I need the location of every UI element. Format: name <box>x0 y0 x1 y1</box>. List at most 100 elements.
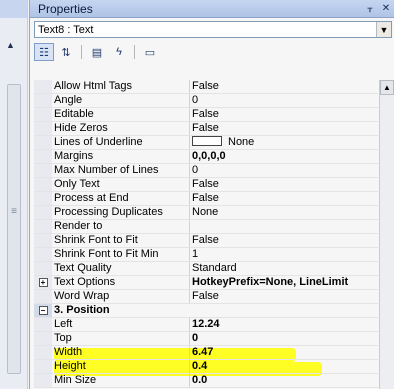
property-row-lines-of-underline[interactable]: Lines of Underline None <box>34 136 378 150</box>
property-value[interactable]: None <box>190 136 378 149</box>
row-gutter <box>34 80 52 93</box>
property-row-width[interactable]: Width 6.47 <box>34 346 378 360</box>
background-titlebar <box>0 0 27 18</box>
row-gutter: − <box>34 304 52 317</box>
splitter-grip-icon[interactable]: ≡ <box>9 207 19 217</box>
property-value[interactable]: False <box>190 178 378 191</box>
property-value[interactable]: 12.24 <box>190 318 378 331</box>
property-name: Text Options <box>52 276 190 289</box>
collapse-minus-icon[interactable]: − <box>38 306 48 315</box>
scroll-up-icon[interactable]: ▲ <box>380 80 394 95</box>
property-pages-icon[interactable]: ▭ <box>140 43 160 61</box>
property-row-word-wrap[interactable]: Word Wrap False <box>34 290 378 304</box>
property-name: Process at End <box>52 192 190 205</box>
category-label: 3. Position <box>54 304 110 316</box>
property-row-render-to[interactable]: Render to <box>34 220 378 234</box>
property-value[interactable]: False <box>190 192 378 205</box>
expand-plus-icon[interactable]: + <box>38 278 48 287</box>
alphabetical-icon[interactable]: ⇅ <box>56 43 76 61</box>
toolbar-separator <box>81 45 82 59</box>
property-value-text: None <box>228 136 255 148</box>
categorized-icon[interactable]: ☷ <box>34 43 54 61</box>
property-name: Shrink Font to Fit Min <box>52 248 190 261</box>
property-value[interactable]: False <box>190 108 378 121</box>
property-value[interactable]: None <box>190 206 378 219</box>
property-name: Top <box>52 332 190 345</box>
row-gutter <box>34 164 52 177</box>
pin-icon[interactable]: ᚁ <box>362 3 378 14</box>
property-row-hide-zeros[interactable]: Hide Zeros False <box>34 122 378 136</box>
property-value[interactable]: 0 <box>190 332 378 345</box>
property-row-min-size[interactable]: Min Size 0.0 <box>34 374 378 388</box>
property-value[interactable]: 0.4 <box>190 360 378 373</box>
background-scrollbar[interactable] <box>7 84 21 374</box>
property-row-editable[interactable]: Editable False <box>34 108 378 122</box>
property-row-text-quality[interactable]: Text Quality Standard <box>34 262 378 276</box>
property-row-angle[interactable]: Angle 0 <box>34 94 378 108</box>
property-row-allow-html-tags[interactable]: Allow Html Tags False <box>34 80 378 94</box>
chevron-down-icon[interactable]: ▼ <box>376 22 391 37</box>
property-value[interactable]: 0 <box>190 94 378 107</box>
property-value[interactable]: 1 <box>190 248 378 261</box>
property-name: Text Quality <box>52 262 190 275</box>
property-row-only-text[interactable]: Only Text False <box>34 178 378 192</box>
property-value[interactable]: False <box>190 80 378 93</box>
property-value[interactable]: 0.0 <box>190 374 378 387</box>
property-name: Hide Zeros <box>52 122 190 135</box>
toolbar-separator <box>134 45 135 59</box>
properties-icon[interactable]: ▤ <box>87 43 107 61</box>
property-value[interactable]: 0 <box>190 164 378 177</box>
property-value[interactable]: False <box>190 122 378 135</box>
row-gutter <box>34 234 52 247</box>
property-name: Processing Duplicates <box>52 206 190 219</box>
row-gutter <box>34 374 52 387</box>
row-gutter <box>34 192 52 205</box>
events-icon[interactable]: ϟ <box>109 43 129 61</box>
object-selector[interactable]: Text8 : Text ▼ <box>34 21 392 38</box>
row-gutter <box>34 248 52 261</box>
property-value[interactable]: 6.47 <box>190 346 378 359</box>
property-value[interactable]: HotkeyPrefix=None, LineLimit <box>190 276 378 289</box>
property-value[interactable]: False <box>190 234 378 247</box>
row-gutter <box>34 346 52 359</box>
property-row-text-options[interactable]: + Text Options HotkeyPrefix=None, LineLi… <box>34 276 378 290</box>
property-row-shrink-font-to-fit[interactable]: Shrink Font to Fit False <box>34 234 378 248</box>
property-row-shrink-font-to-fit-min[interactable]: Shrink Font to Fit Min 1 <box>34 248 378 262</box>
property-name: Min Size <box>52 374 190 387</box>
property-value[interactable]: Standard <box>190 262 378 275</box>
row-gutter <box>34 108 52 121</box>
row-gutter <box>34 136 52 149</box>
property-grid-scrollbar[interactable]: ▲ <box>379 80 394 389</box>
property-value[interactable] <box>190 220 378 233</box>
property-row-left[interactable]: Left 12.24 <box>34 318 378 332</box>
property-row-margins[interactable]: Margins 0,0,0,0 <box>34 150 378 164</box>
row-gutter <box>34 290 52 303</box>
row-gutter <box>34 360 52 373</box>
category-row-position[interactable]: − 3. Position <box>34 304 378 318</box>
row-gutter <box>34 220 52 233</box>
property-name: Max Number of Lines <box>52 164 190 177</box>
property-row-process-at-end[interactable]: Process at End False <box>34 192 378 206</box>
row-gutter <box>34 318 52 331</box>
property-name: Word Wrap <box>52 290 190 303</box>
properties-toolbar: ☷ ⇅ ▤ ϟ ▭ <box>34 42 160 62</box>
property-row-top[interactable]: Top 0 <box>34 332 378 346</box>
row-gutter <box>34 332 52 345</box>
close-icon[interactable]: ✕ <box>378 3 394 14</box>
property-value[interactable]: 0,0,0,0 <box>190 150 378 163</box>
property-name: Margins <box>52 150 190 163</box>
panel-title: Properties <box>38 1 93 16</box>
object-selector-value: Text8 : Text <box>38 23 94 36</box>
property-name: Height <box>52 360 190 373</box>
property-name: Allow Html Tags <box>52 80 190 93</box>
properties-panel: Properties ᚁ ✕ Text8 : Text ▼ ☷ ⇅ ▤ ϟ ▭ … <box>29 0 394 389</box>
property-row-height[interactable]: Height 0.4 <box>34 360 378 374</box>
scroll-up-arrow-icon[interactable]: ▲ <box>6 40 15 50</box>
background-window-strip: ▲ ≡ <box>0 0 28 389</box>
property-name: Angle <box>52 94 190 107</box>
property-name: Shrink Font to Fit <box>52 234 190 247</box>
row-gutter <box>34 122 52 135</box>
property-row-max-number-of-lines[interactable]: Max Number of Lines 0 <box>34 164 378 178</box>
property-row-processing-duplicates[interactable]: Processing Duplicates None <box>34 206 378 220</box>
property-value[interactable]: False <box>190 290 378 303</box>
